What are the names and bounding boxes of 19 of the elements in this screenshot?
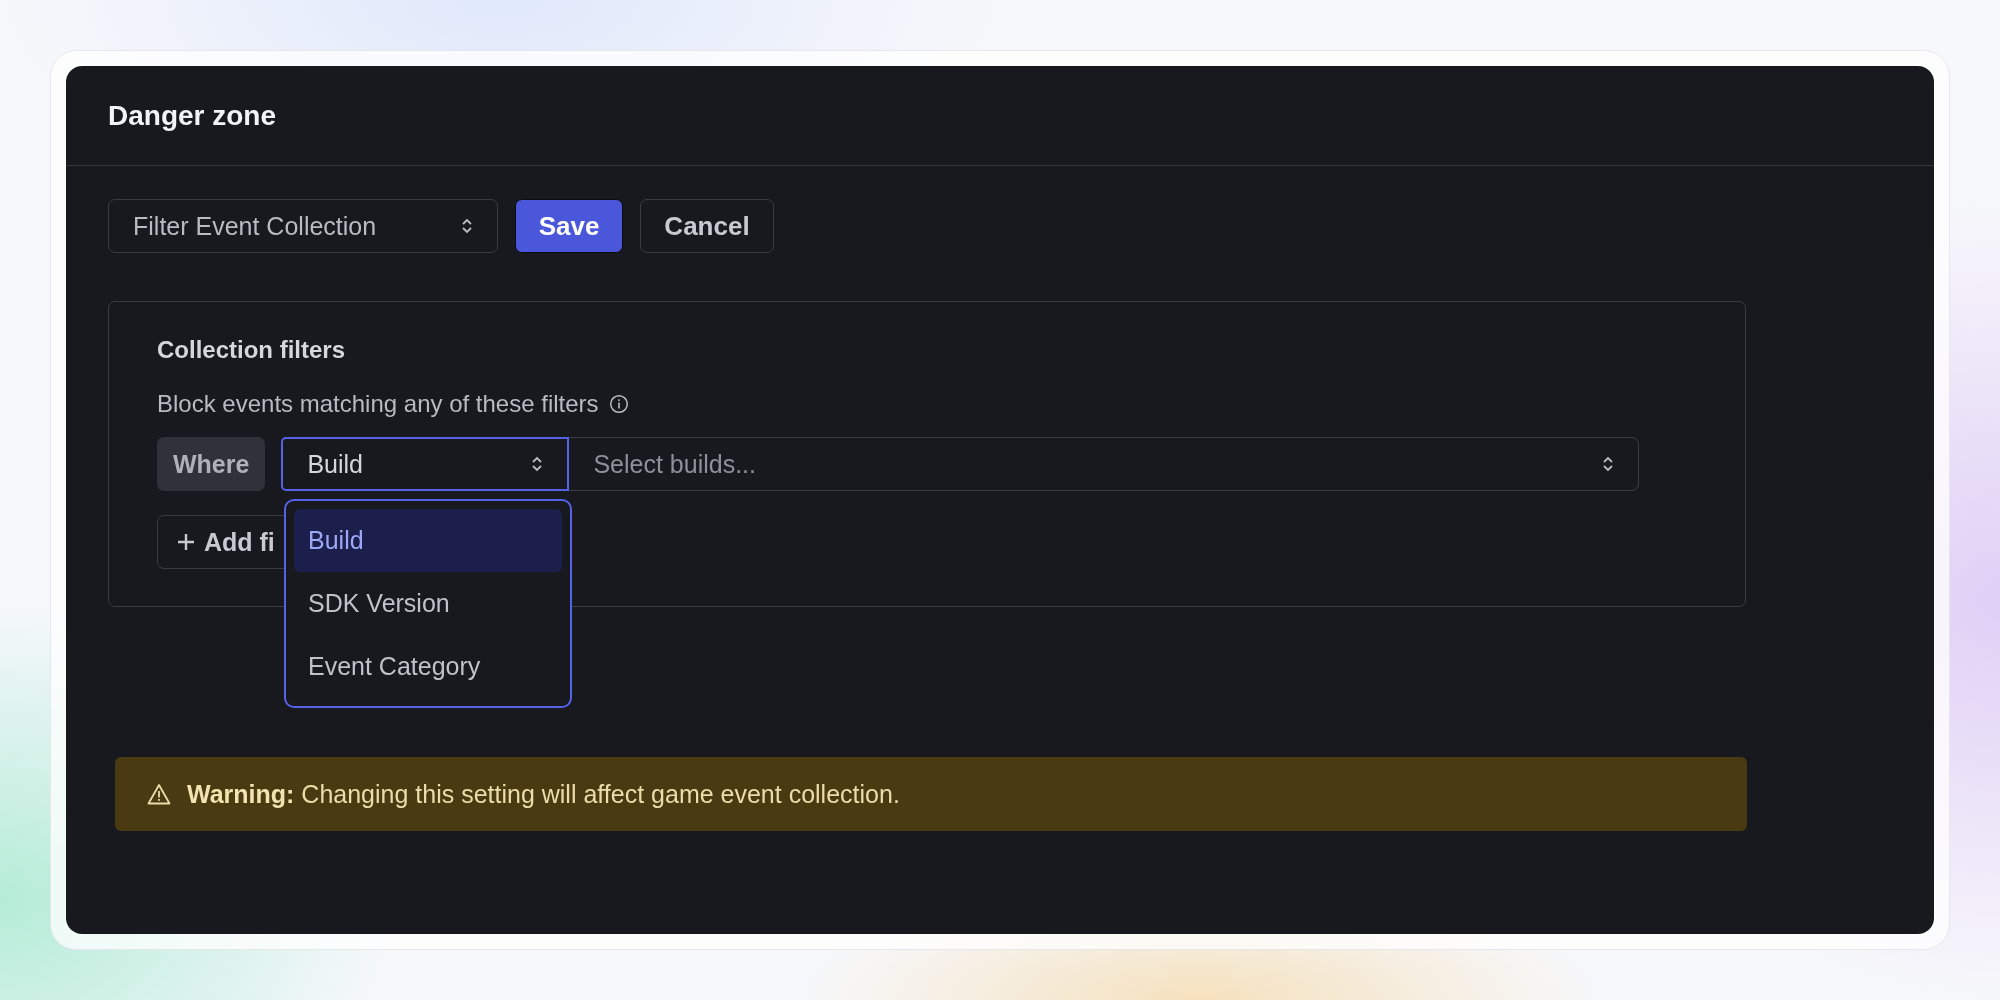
dropdown-option[interactable]: Event Category	[294, 635, 562, 698]
warning-icon	[147, 783, 171, 805]
chevron-updown-icon	[461, 217, 473, 235]
chevron-updown-icon	[531, 455, 544, 473]
card-title: Collection filters	[157, 336, 346, 364]
field-select[interactable]: Build	[281, 437, 570, 491]
dropdown-option[interactable]: Build	[294, 509, 562, 572]
mode-select[interactable]: Filter Event Collection	[108, 199, 498, 253]
builds-select[interactable]: Select builds...	[569, 437, 1640, 491]
cancel-button[interactable]: Cancel	[640, 199, 774, 253]
info-icon[interactable]	[608, 394, 629, 414]
plus-icon	[176, 532, 196, 552]
description-text: Block events matching any of these filters	[157, 390, 599, 418]
where-label: Where	[157, 437, 266, 491]
save-button[interactable]: Save	[515, 199, 623, 253]
panel-title: Danger zone	[108, 99, 277, 132]
chevron-updown-icon	[1602, 455, 1615, 473]
dropdown-option[interactable]: SDK Version	[294, 572, 562, 635]
warning-text: Warning: Changing this setting will affect game event collection.	[187, 779, 900, 809]
